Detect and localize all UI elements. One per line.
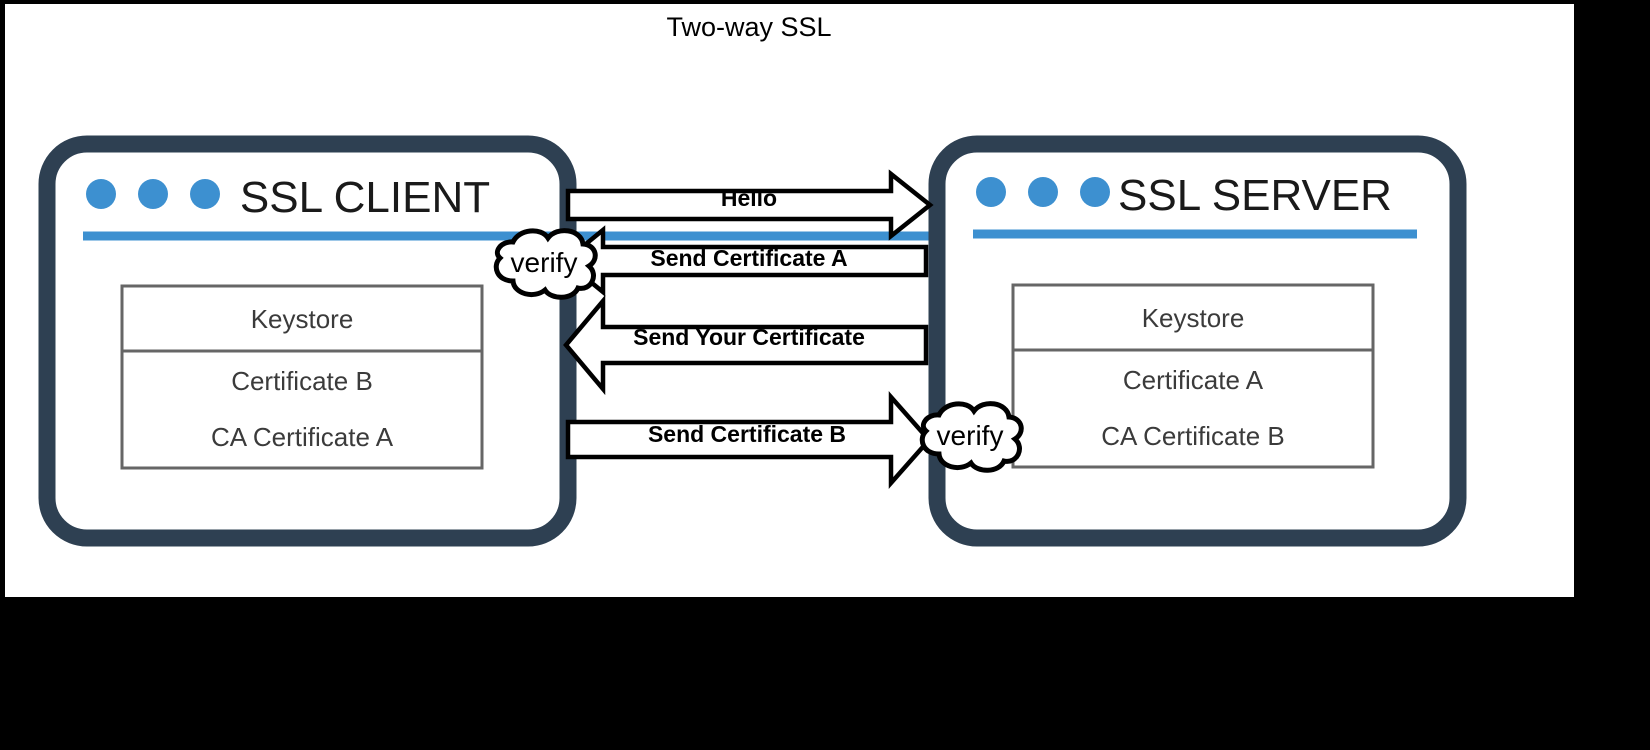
message-label-0: Hello	[721, 185, 777, 211]
client-keystore-table: Keystore Certificate B CA Certificate A	[120, 284, 484, 470]
page-root: Two-way SSL SSL CLIENT Keystore Certific…	[0, 0, 1650, 750]
message-arrow-hello: Hello	[565, 169, 934, 241]
message-arrow-send-certificate-b: Send Certificate B	[565, 391, 933, 489]
client-keystore-title: Keystore	[251, 304, 354, 334]
diagram-canvas: Two-way SSL SSL CLIENT Keystore Certific…	[5, 4, 1574, 597]
diagram-title: Two-way SSL	[666, 12, 831, 42]
message-label-1: Send Certificate A	[650, 245, 847, 271]
message-label-3: Send Certificate B	[648, 421, 846, 447]
three-dots-icon	[86, 179, 220, 209]
message-arrow-send-your-certificate: Send Your Certificate	[563, 294, 929, 396]
client-verify-label: verify	[511, 247, 578, 278]
client-keystore-entry-1: CA Certificate A	[211, 422, 394, 452]
server-keystore-entry-0: Certificate A	[1123, 365, 1264, 395]
client-header-label: SSL CLIENT	[240, 173, 490, 222]
server-keystore-entry-1: CA Certificate B	[1101, 421, 1285, 451]
server-keystore-title: Keystore	[1142, 303, 1245, 333]
server-header-label: SSL SERVER	[1118, 171, 1392, 220]
server-keystore-table: Keystore Certificate A CA Certificate B	[1011, 283, 1375, 469]
two-way-ssl-diagram: Two-way SSL SSL CLIENT Keystore Certific…	[38, 12, 1467, 547]
ssl-server-window: SSL SERVER Keystore Certificate A CA Cer…	[928, 135, 1467, 547]
message-label-2: Send Your Certificate	[633, 324, 865, 350]
three-dots-icon	[976, 177, 1110, 207]
server-verify-label: verify	[937, 420, 1004, 451]
client-keystore-entry-0: Certificate B	[231, 366, 373, 396]
